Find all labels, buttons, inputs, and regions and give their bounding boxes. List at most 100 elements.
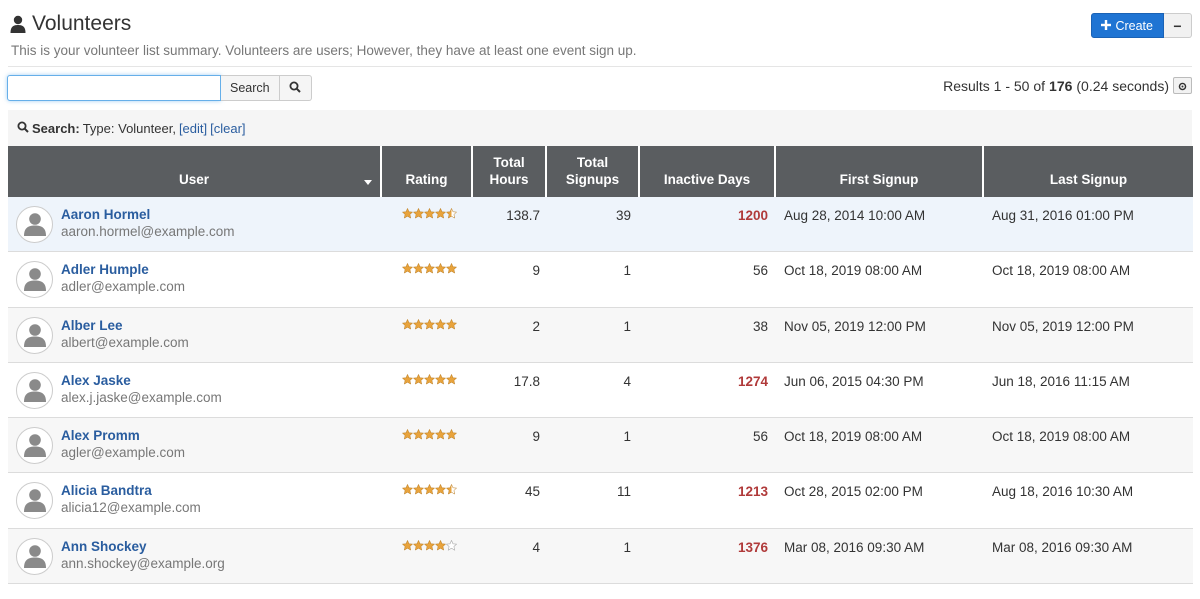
search-icon <box>17 121 29 136</box>
rating-stars <box>401 483 458 498</box>
star-icon <box>423 483 436 498</box>
table-row[interactable]: Alber Lee albert@example.com 2 1 38 Nov 05, 2… <box>8 307 1193 363</box>
user-cell: Alicia Bandtra alicia12@example.com <box>8 473 382 527</box>
last-signup-cell: Aug 31, 2016 01:00 PM <box>992 208 1134 223</box>
table-body: Aaron Hormel aaron.hormel@example.com 138.… <box>8 197 1193 585</box>
last-signup-cell: Oct 18, 2019 08:00 AM <box>992 429 1131 445</box>
last-signup-cell: Mar 08, 2016 09:30 AM <box>992 539 1133 555</box>
star-icon <box>445 207 458 222</box>
table-row[interactable]: Ann Shockey ann.shockey@example.org 4 1 1376… <box>8 528 1193 585</box>
search-icon-button[interactable] <box>279 75 312 101</box>
star-icon <box>445 373 458 388</box>
user-email: agler@example.com <box>61 445 186 461</box>
page-title: Volunteers <box>10 12 131 36</box>
column-header-signups[interactable]: Total Signups <box>547 146 640 197</box>
star-icon <box>412 262 425 277</box>
user-cell: Alex Jaske alex.j.jaske@example.com <box>8 363 382 417</box>
user-name-link[interactable]: Ann Shockey <box>61 538 225 555</box>
sort-caret-icon[interactable] <box>364 180 372 185</box>
user-name-link[interactable]: Alex Promm <box>61 427 185 444</box>
star-icon <box>423 207 436 222</box>
column-header-inactive[interactable]: Inactive Days <box>640 146 776 197</box>
results-prefix: Results 1 - 50 of <box>943 77 1046 94</box>
first-signup-cell: Nov 05, 2019 12:00 PM <box>784 318 926 334</box>
search-input[interactable] <box>7 75 221 101</box>
user-email: albert@example.com <box>61 334 189 350</box>
rating-stars <box>401 318 458 333</box>
star-icon <box>434 318 447 333</box>
user-info: Alex Promm agler@example.com <box>61 427 185 472</box>
rating-stars <box>401 428 458 443</box>
first-signup-cell: Aug 28, 2014 10:00 AM <box>784 208 926 223</box>
star-icon <box>412 428 425 443</box>
user-name-link[interactable]: Alex Jaske <box>61 372 222 389</box>
hours-cell: 4 <box>532 539 540 555</box>
search-icon <box>289 81 301 96</box>
create-button[interactable]: Create <box>1091 13 1164 38</box>
user-cell: Alex Promm agler@example.com <box>8 418 382 472</box>
star-icon <box>434 373 447 388</box>
star-icon <box>445 428 458 443</box>
results-total: 176 <box>1049 77 1073 94</box>
rating-cell <box>382 197 473 251</box>
user-info: Ann Shockey ann.shockey@example.org <box>61 538 225 583</box>
hours-cell: 2 <box>532 318 540 334</box>
filter-edit-link[interactable]: [edit] <box>179 121 207 136</box>
user-info: Aaron Hormel aaron.hormel@example.com <box>61 206 235 251</box>
user-info: Adler Humple adler@example.com <box>61 261 185 306</box>
signups-cell: 1 <box>623 429 631 445</box>
table-row[interactable]: Alex Promm agler@example.com 9 1 56 Oct 18, 2… <box>8 418 1193 474</box>
first-signup-cell: Oct 18, 2019 08:00 AM <box>784 263 923 279</box>
star-icon <box>434 207 447 222</box>
star-icon <box>401 262 414 277</box>
volunteers-table: User Rating Total Hours Total Signups In… <box>8 146 1193 585</box>
user-name-link[interactable]: Aaron Hormel <box>61 206 235 223</box>
avatar-icon <box>21 375 49 406</box>
column-header-rating[interactable]: Rating <box>382 146 473 197</box>
table-row[interactable]: Adler Humple adler@example.com 9 1 56 Oct 18,… <box>8 252 1193 308</box>
star-icon <box>401 539 414 554</box>
column-header-hours[interactable]: Total Hours <box>473 146 547 197</box>
star-icon <box>445 483 458 498</box>
signups-cell: 11 <box>616 484 631 500</box>
inactive-days-cell: 38 <box>752 318 768 334</box>
first-signup-cell: Jun 06, 2015 04:30 PM <box>784 373 924 389</box>
user-name-link[interactable]: Adler Humple <box>61 261 185 278</box>
column-header-last[interactable]: Last Signup <box>984 146 1193 197</box>
star-icon <box>412 373 425 388</box>
rating-stars <box>401 373 458 388</box>
inactive-days-cell: 1274 <box>737 373 768 389</box>
star-icon <box>423 318 436 333</box>
results-suffix: (0.24 seconds) <box>1076 77 1169 94</box>
rating-cell <box>382 418 473 472</box>
divider <box>8 66 1192 67</box>
create-button-label: Create <box>1115 18 1153 33</box>
hours-cell: 9 <box>532 263 540 279</box>
star-icon <box>445 539 458 554</box>
star-icon <box>401 318 414 333</box>
table-row[interactable]: Alicia Bandtra alicia12@example.com 45 11 12… <box>8 473 1193 529</box>
user-cell: Aaron Hormel aaron.hormel@example.com <box>8 197 382 251</box>
user-name-link[interactable]: Alber Lee <box>61 317 189 334</box>
signups-cell: 1 <box>623 263 631 279</box>
user-name-link[interactable]: Alicia Bandtra <box>61 482 201 499</box>
search-bar: Search <box>7 75 312 101</box>
plus-icon <box>1101 19 1112 33</box>
settings-button[interactable] <box>1173 77 1192 94</box>
column-header-first[interactable]: First Signup <box>776 146 984 197</box>
table-row[interactable]: Alex Jaske alex.j.jaske@example.com 17.8 4 1… <box>8 362 1193 419</box>
collapse-button[interactable]: − <box>1164 13 1192 38</box>
user-email: alex.j.jaske@example.com <box>61 389 222 405</box>
signups-cell: 1 <box>623 539 631 555</box>
filter-clear-link[interactable]: [clear] <box>210 121 245 136</box>
gear-icon <box>1178 78 1187 94</box>
user-info: Alex Jaske alex.j.jaske@example.com <box>61 372 222 417</box>
user-info: Alicia Bandtra alicia12@example.com <box>61 482 201 527</box>
first-signup-cell: Oct 18, 2019 08:00 AM <box>784 429 923 445</box>
page-subtitle: This is your volunteer list summary. Vol… <box>11 43 637 58</box>
inactive-days-cell: 1200 <box>737 208 768 223</box>
column-header-user[interactable]: User <box>8 146 382 197</box>
rating-cell <box>382 308 473 362</box>
table-row[interactable]: Aaron Hormel aaron.hormel@example.com 138.… <box>8 197 1193 253</box>
search-button[interactable]: Search <box>221 75 280 101</box>
